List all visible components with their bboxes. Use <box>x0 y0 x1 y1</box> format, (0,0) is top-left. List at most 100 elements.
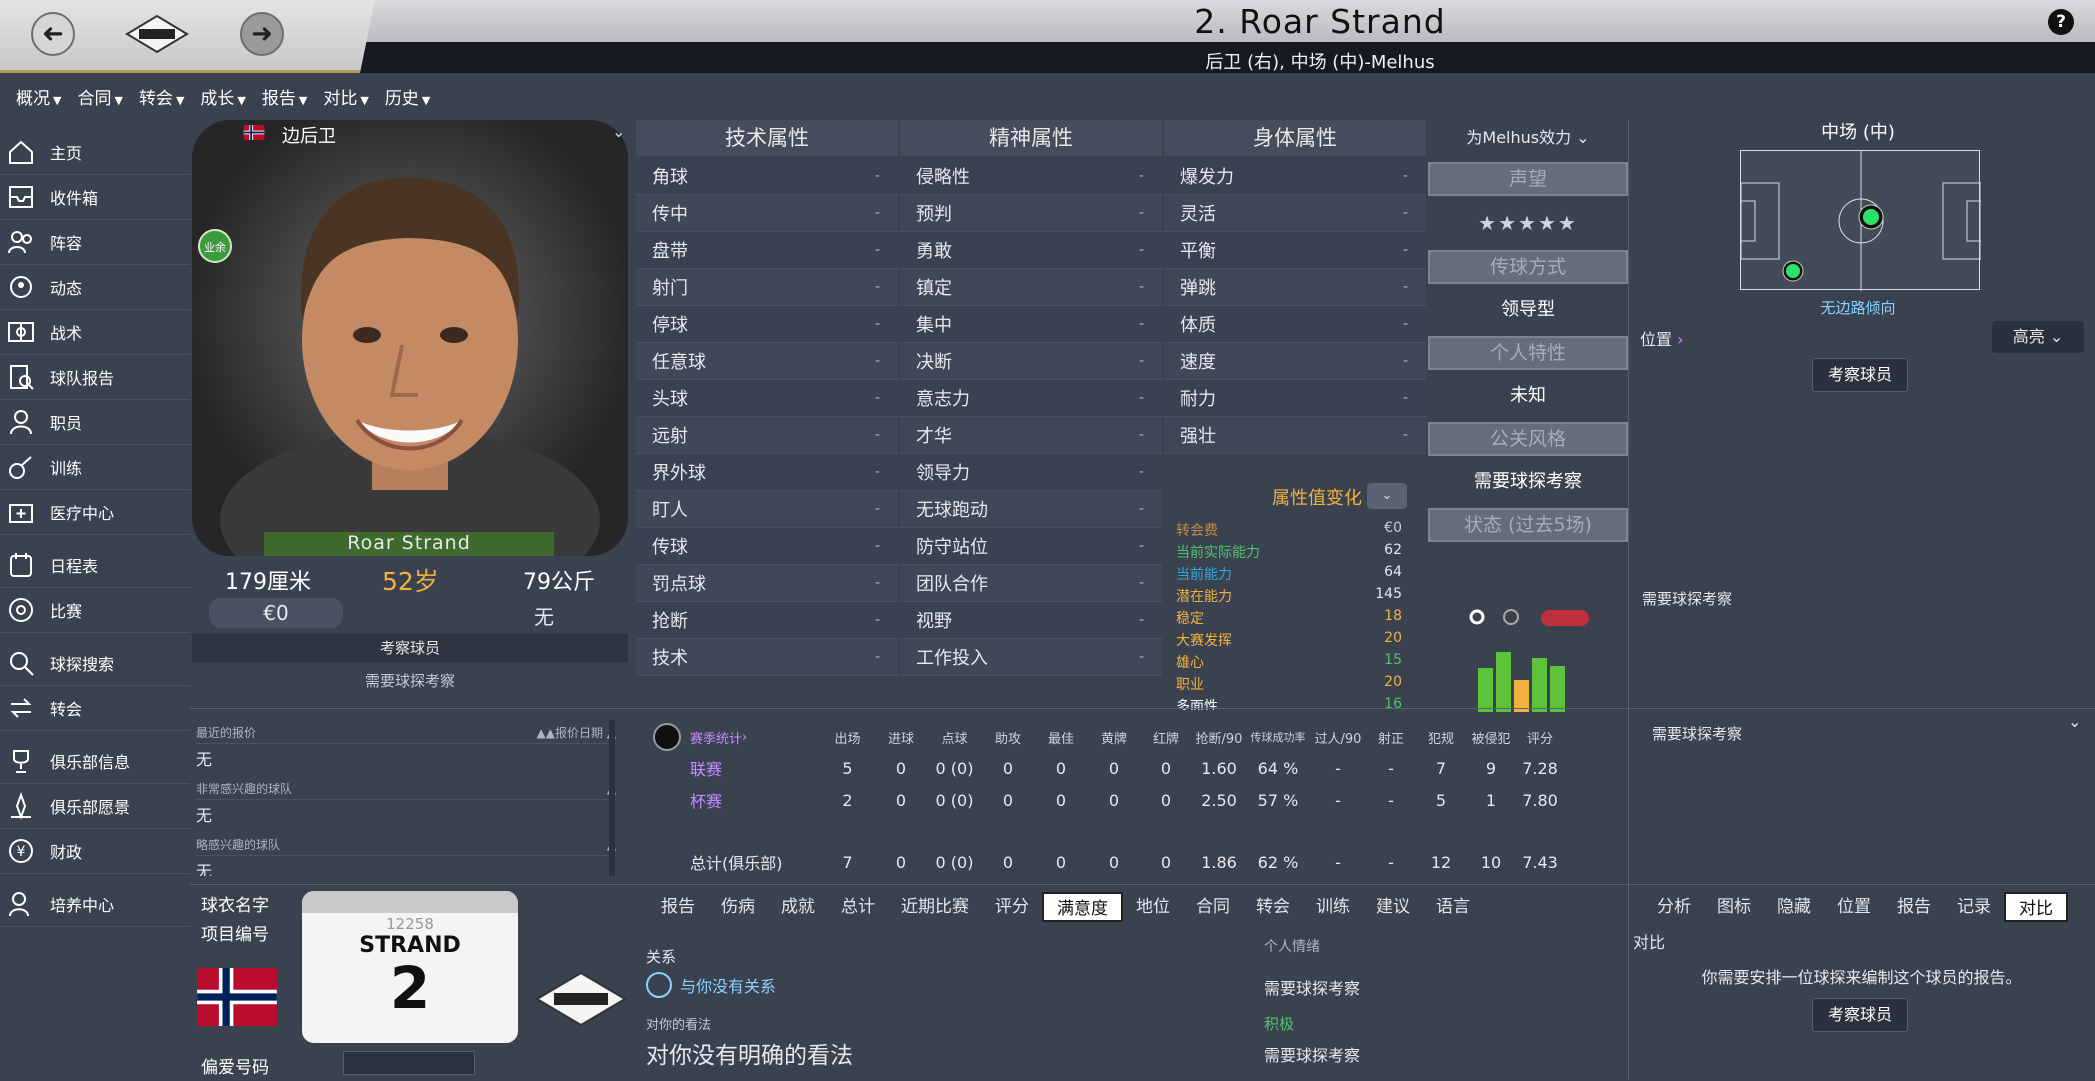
menu-overview[interactable]: 概况 ▼ <box>10 80 67 112</box>
back-button[interactable]: ➜ <box>31 12 75 56</box>
tab-contract[interactable]: 合同 <box>1183 892 1243 922</box>
attr-row[interactable]: 勇敢 - <box>900 232 1162 269</box>
tab-recent-matches[interactable]: 近期比赛 <box>888 892 982 922</box>
tab-achievements[interactable]: 成就 <box>768 892 828 922</box>
sidebar-item-transfer[interactable]: 转会 <box>0 686 190 731</box>
attr-change-dropdown[interactable]: ⌄ <box>1367 483 1407 509</box>
menu-development[interactable]: 成长 ▼ <box>194 80 251 112</box>
attr-row[interactable]: 工作投入 - <box>900 639 1162 676</box>
position-link[interactable]: 位置 › <box>1640 326 1684 350</box>
sidebar-item-finance[interactable]: ¥ 财政 <box>0 829 190 874</box>
tab-record[interactable]: 记录 <box>1944 892 2004 922</box>
preferred-number-field[interactable] <box>343 1051 475 1075</box>
sidebar-item-training[interactable]: 训练 <box>0 445 190 490</box>
highlight-dropdown[interactable]: 高亮 ⌄ <box>1992 321 2084 353</box>
ball-icon[interactable] <box>1502 608 1520 631</box>
menu-transfer[interactable]: 转会 ▼ <box>133 80 190 112</box>
scout-player-button[interactable]: 考察球员 <box>1812 998 1908 1032</box>
menu-reports[interactable]: 报告 ▼ <box>256 80 313 112</box>
attr-row[interactable]: 决断 - <box>900 343 1162 380</box>
attr-row[interactable]: 盘带 - <box>636 232 898 269</box>
tab-transfer[interactable]: 转会 <box>1243 892 1303 922</box>
attr-row[interactable]: 停球 - <box>636 306 898 343</box>
menu-contract[interactable]: 合同 ▼ <box>71 80 128 112</box>
attr-row[interactable]: 传中 - <box>636 195 898 232</box>
attr-row[interactable]: 平衡 - <box>1164 232 1426 269</box>
sidebar-item-match[interactable]: 比赛 <box>0 588 190 633</box>
attr-row[interactable]: 团队合作 - <box>900 565 1162 602</box>
tab-injuries[interactable]: 伤病 <box>708 892 768 922</box>
attr-row[interactable]: 速度 - <box>1164 343 1426 380</box>
tab-hidden[interactable]: 隐藏 <box>1764 892 1824 922</box>
attr-row[interactable]: 侵略性 - <box>900 158 1162 195</box>
club-dropdown[interactable]: 为Melhus效力 ⌄ <box>1428 120 1628 156</box>
club-badge-icon[interactable] <box>534 970 628 1028</box>
relation-row[interactable]: 与你没有关系 <box>646 972 776 998</box>
sidebar-item-staff[interactable]: 职员 <box>0 400 190 445</box>
attr-row[interactable]: 灵活 - <box>1164 195 1426 232</box>
attr-row[interactable]: 强壮 - <box>1164 417 1426 454</box>
settings-icon[interactable] <box>1468 608 1486 631</box>
attr-row[interactable]: 远射 - <box>636 417 898 454</box>
tab-language[interactable]: 语言 <box>1423 892 1483 922</box>
tab-training[interactable]: 训练 <box>1303 892 1363 922</box>
attr-row[interactable]: 弹跳 - <box>1164 269 1426 306</box>
attr-row[interactable]: 意志力 - <box>900 380 1162 417</box>
chevron-down-icon[interactable]: ⌄ <box>2068 712 2081 731</box>
sidebar-item-news[interactable]: 动态 <box>0 265 190 310</box>
sidebar-item-tactics[interactable]: 战术 <box>0 310 190 355</box>
tab-position[interactable]: 位置 <box>1824 892 1884 922</box>
chevron-down-icon[interactable]: ⌄ <box>612 122 625 141</box>
sidebar-item-inbox[interactable]: 收件箱 <box>0 175 190 220</box>
tab-report[interactable]: 报告 <box>648 892 708 922</box>
attr-row[interactable]: 传球 - <box>636 528 898 565</box>
sidebar-item-squad[interactable]: 阵容 <box>0 220 190 265</box>
scout-player-button[interactable]: 考察球员 <box>1812 358 1908 392</box>
tab-happiness[interactable]: 满意度 <box>1042 892 1123 922</box>
row-name[interactable]: 联赛 <box>650 756 820 780</box>
menu-history[interactable]: 历史 ▼ <box>379 80 436 112</box>
scout-player-button[interactable]: 考察球员 <box>192 634 628 662</box>
attr-row[interactable]: 领导力 - <box>900 454 1162 491</box>
attr-row[interactable]: 镇定 - <box>900 269 1162 306</box>
attr-row[interactable]: 视野 - <box>900 602 1162 639</box>
sidebar-item-team-report[interactable]: 球队报告 <box>0 355 190 400</box>
table-row[interactable]: 总计(俱乐部) 7 0 0 (0) 0 0 0 0 1.86 62 % - - … <box>650 846 1616 878</box>
attr-row[interactable]: 射门 - <box>636 269 898 306</box>
tab-ratings[interactable]: 评分 <box>982 892 1042 922</box>
sidebar-item-schedule[interactable]: 日程表 <box>0 543 190 588</box>
form-toggle[interactable] <box>1541 610 1589 626</box>
attr-row[interactable]: 头球 - <box>636 380 898 417</box>
attr-row[interactable]: 任意球 - <box>636 343 898 380</box>
attr-row[interactable]: 预判 - <box>900 195 1162 232</box>
tab-compare[interactable]: 对比 <box>2004 892 2068 922</box>
tab-report-right[interactable]: 报告 <box>1884 892 1944 922</box>
tab-status[interactable]: 地位 <box>1123 892 1183 922</box>
sidebar-item-home[interactable]: 主页 <box>0 130 190 175</box>
attr-row[interactable]: 体质 - <box>1164 306 1426 343</box>
attr-row[interactable]: 抢断 - <box>636 602 898 639</box>
sidebar-item-club-info[interactable]: 俱乐部信息 <box>0 739 190 784</box>
menu-compare[interactable]: 对比 ▼ <box>317 80 374 112</box>
help-icon[interactable]: ? <box>2048 9 2074 35</box>
tab-advice[interactable]: 建议 <box>1363 892 1423 922</box>
sidebar-item-scout-search[interactable]: 球探搜索 <box>0 641 190 686</box>
attr-row[interactable]: 界外球 - <box>636 454 898 491</box>
tab-totals[interactable]: 总计 <box>828 892 888 922</box>
forward-button[interactable]: ➜ <box>240 12 284 56</box>
attr-row[interactable]: 集中 - <box>900 306 1162 343</box>
sidebar-item-club-vision[interactable]: 俱乐部愿景 <box>0 784 190 829</box>
tab-icons[interactable]: 图标 <box>1704 892 1764 922</box>
scrollbar[interactable] <box>609 720 615 876</box>
attr-row[interactable]: 防守站位 - <box>900 528 1162 565</box>
attr-row[interactable]: 爆发力 - <box>1164 158 1426 195</box>
attr-row[interactable]: 才华 - <box>900 417 1162 454</box>
attr-row[interactable]: 耐力 - <box>1164 380 1426 417</box>
table-row[interactable]: 杯赛 2 0 0 (0) 0 0 0 0 2.50 57 % - - 5 1 7… <box>650 784 1616 816</box>
tab-analysis[interactable]: 分析 <box>1644 892 1704 922</box>
table-row[interactable]: 联赛 5 0 0 (0) 0 0 0 0 1.60 64 % - - 7 9 7… <box>650 752 1616 784</box>
season-stats-link[interactable]: 赛季统计 › <box>650 723 820 751</box>
row-name[interactable]: 杯赛 <box>650 788 820 812</box>
attr-row[interactable]: 角球 - <box>636 158 898 195</box>
sidebar-item-medical[interactable]: 医疗中心 <box>0 490 190 535</box>
